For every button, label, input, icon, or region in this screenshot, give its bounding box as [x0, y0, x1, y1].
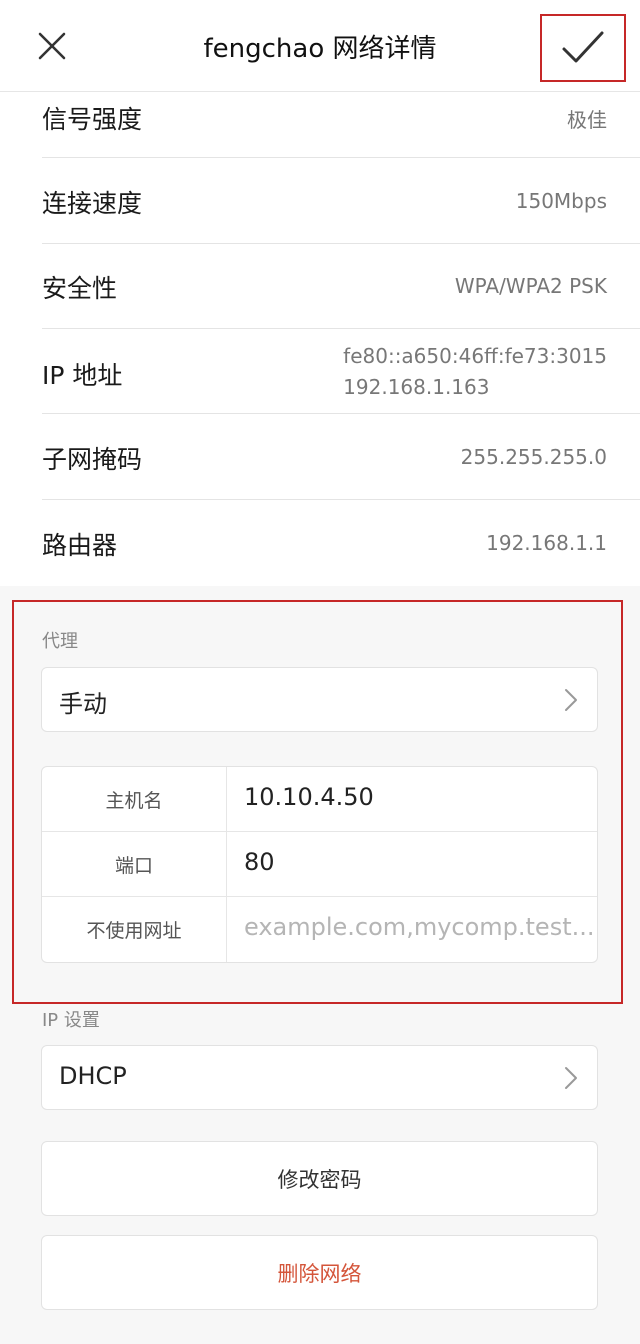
info-value: 255.255.255.0 [460, 445, 607, 469]
top-bar: fengchao 网络详情 [0, 0, 640, 92]
proxy-settings-table: 主机名 端口 不使用网址 [41, 766, 598, 963]
ip-address-values: fe80::a650:46ff:fe73:3015 192.168.1.163 [343, 341, 607, 403]
proxy-mode-select[interactable]: 手动 [41, 667, 598, 732]
change-password-button[interactable]: 修改密码 [41, 1141, 598, 1216]
ip-settings-section-label: IP 设置 [42, 1010, 100, 1031]
info-label: 连接速度 [42, 189, 143, 218]
proxy-row-hostname: 主机名 [42, 767, 597, 832]
info-label: 子网掩码 [42, 445, 143, 474]
bypass-input[interactable] [244, 913, 594, 941]
proxy-row-port: 端口 [42, 832, 597, 897]
bypass-label: 不使用网址 [42, 897, 227, 962]
checkmark-icon [562, 31, 604, 63]
hostname-input[interactable] [244, 783, 594, 811]
hostname-label: 主机名 [42, 767, 227, 832]
info-label: 路由器 [42, 531, 118, 560]
proxy-row-bypass: 不使用网址 [42, 897, 597, 962]
ip-settings-select[interactable]: DHCP [41, 1045, 598, 1110]
info-row-speed: 连接速度 150Mbps [42, 158, 640, 244]
chevron-right-icon [565, 1067, 577, 1089]
proxy-section-label: 代理 [42, 631, 78, 652]
chevron-right-icon [565, 689, 577, 711]
info-label: 安全性 [42, 274, 118, 303]
info-label: IP 地址 [42, 361, 123, 390]
network-info-list: 信号强度 极佳 连接速度 150Mbps 安全性 WPA/WPA2 PSK IP… [0, 92, 640, 586]
delete-network-button[interactable]: 删除网络 [41, 1235, 598, 1310]
info-row-subnet-mask: 子网掩码 255.255.255.0 [42, 414, 640, 500]
info-value: WPA/WPA2 PSK [454, 274, 607, 298]
proxy-mode-value: 手动 [59, 690, 107, 718]
info-row-security: 安全性 WPA/WPA2 PSK [42, 244, 640, 329]
info-value: 192.168.1.1 [486, 531, 607, 555]
info-row-ip-address: IP 地址 fe80::a650:46ff:fe73:3015 192.168.… [42, 329, 640, 414]
confirm-button[interactable] [540, 14, 626, 82]
ip-settings-value: DHCP [59, 1062, 127, 1090]
info-value: 极佳 [567, 108, 607, 132]
ipv4-address: 192.168.1.163 [343, 375, 490, 399]
port-label: 端口 [42, 832, 227, 897]
info-label: 信号强度 [42, 105, 143, 134]
port-input[interactable] [244, 848, 594, 876]
info-value: 150Mbps [515, 189, 607, 213]
ipv6-address: fe80::a650:46ff:fe73:3015 [343, 344, 607, 368]
info-row-signal: 信号强度 极佳 [42, 92, 640, 158]
info-row-router: 路由器 192.168.1.1 [42, 500, 640, 586]
